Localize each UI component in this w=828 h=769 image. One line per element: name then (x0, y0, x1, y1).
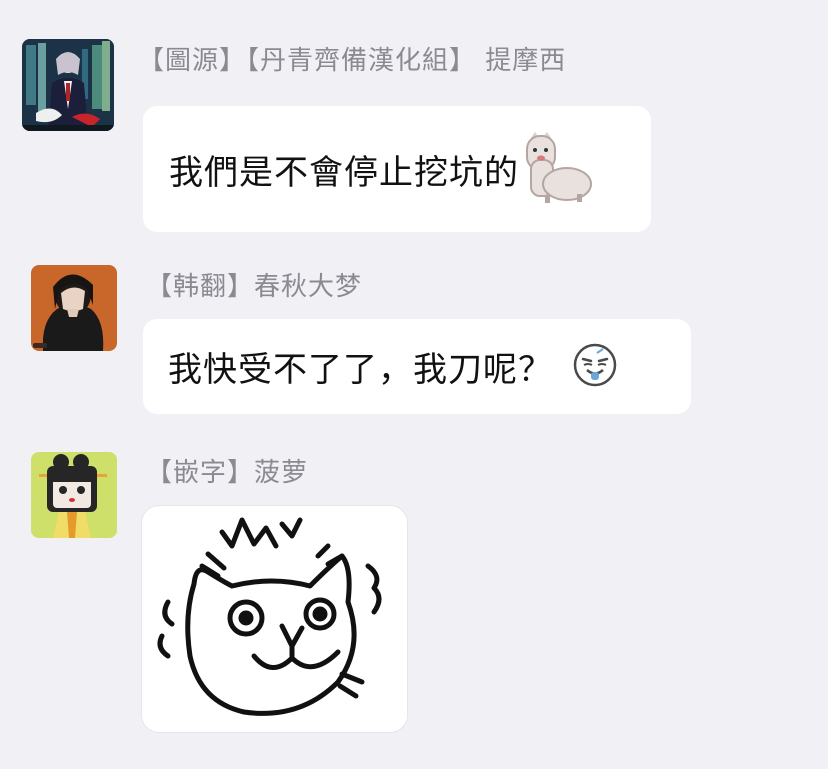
anime-man-avatar (22, 39, 114, 131)
chat-window: 【圖源】【丹青齊備漢化組】 提摩西 我們是不會停止挖坑的 【韩翻】春秋大梦 我快… (0, 0, 828, 769)
cat-face-sticker[interactable] (141, 505, 408, 733)
avatar[interactable] (31, 452, 117, 538)
sender-name: 【韩翻】春秋大梦 (146, 272, 363, 302)
message-text: 我們是不會停止挖坑的 (169, 152, 519, 193)
avatar[interactable] (31, 265, 117, 351)
sender-name: 【嵌字】菠萝 (146, 458, 309, 488)
smirk-face-emoji (573, 343, 617, 391)
message-bubble[interactable]: 我快受不了了，我刀呢？ (143, 319, 691, 414)
dark-hair-girl-avatar (31, 265, 117, 351)
message-bubble[interactable]: 我們是不會停止挖坑的 (143, 106, 651, 232)
alpaca-emoji (521, 130, 593, 208)
message-text: 我快受不了了，我刀呢？ (168, 350, 553, 390)
sender-name: 【圖源】【丹青齊備漢化組】 提摩西 (138, 46, 567, 76)
avatar[interactable] (22, 39, 114, 131)
chibi-princess-avatar (31, 452, 117, 538)
